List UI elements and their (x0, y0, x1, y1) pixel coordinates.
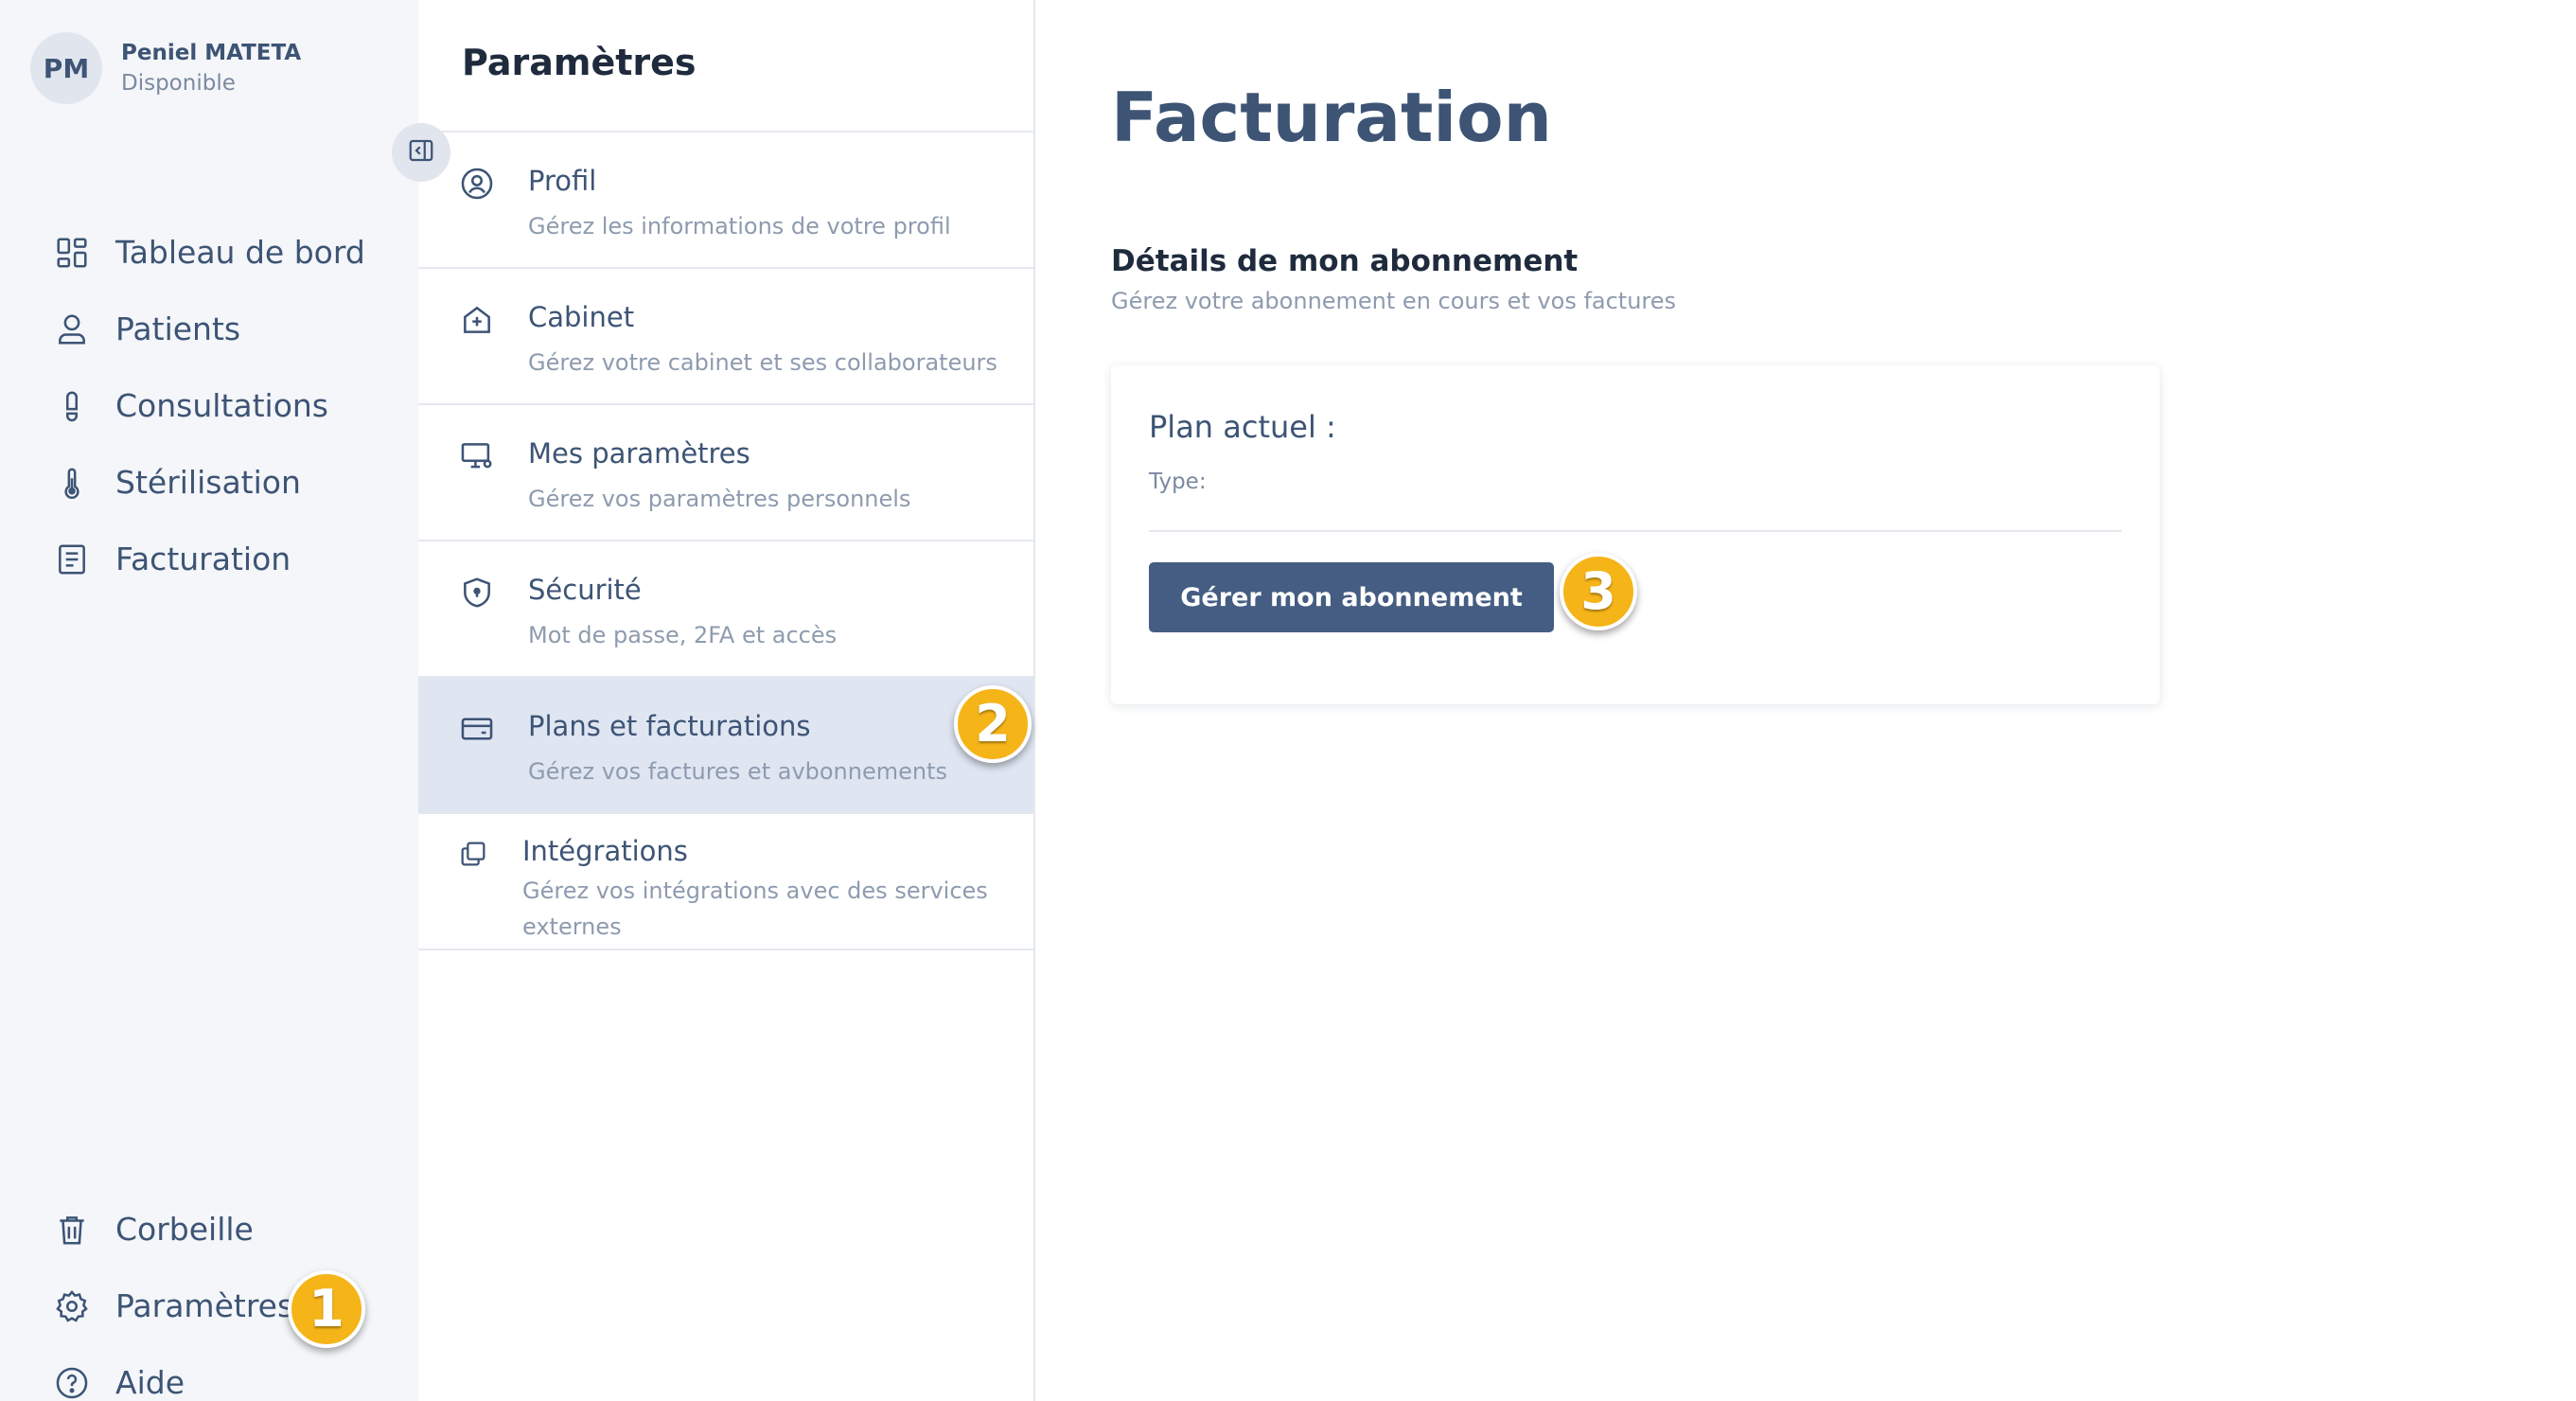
nav-label: Tableau de bord (115, 234, 365, 271)
settings-item-title: Intégrations (522, 835, 688, 867)
settings-item-title: Plans et facturations (528, 710, 811, 742)
main-nav: Tableau de bord Patients Consultations S… (53, 214, 365, 597)
invoice-icon (53, 541, 91, 578)
section-subtitle: Gérez votre abonnement en cours et vos f… (1111, 288, 1677, 314)
nav-item-parametres[interactable]: Paramètres (53, 1268, 293, 1344)
nav-item-aide[interactable]: Aide (53, 1344, 293, 1401)
manage-subscription-button[interactable]: Gérer mon abonnement (1149, 562, 1554, 632)
nav-label: Consultations (115, 387, 328, 424)
nav-label: Patients (115, 310, 241, 347)
nav-item-sterilisation[interactable]: Stérilisation (53, 444, 365, 521)
divider (1149, 530, 2122, 532)
user-circle-icon (458, 165, 496, 203)
step-number: 1 (309, 1279, 344, 1339)
trash-icon (53, 1211, 91, 1249)
settings-item-mes-parametres[interactable]: Mes paramètres Gérez vos paramètres pers… (418, 405, 1033, 541)
settings-item-desc: Gérez votre cabinet et ses collaborateur… (528, 349, 997, 376)
type-label: Type: (1149, 470, 1207, 494)
settings-item-integrations[interactable]: Intégrations Gérez vos intégrations avec… (418, 814, 1033, 950)
help-icon (53, 1364, 91, 1401)
credit-card-icon (458, 710, 496, 748)
settings-item-title: Mes paramètres (528, 437, 750, 470)
copy-icon (454, 835, 492, 873)
user-status: Disponible (121, 71, 236, 96)
nav-label: Corbeille (115, 1211, 254, 1248)
settings-list: Profil Gérez les informations de votre p… (418, 131, 1033, 950)
nav-item-facturation[interactable]: Facturation (53, 521, 365, 597)
house-plus-icon (458, 301, 496, 339)
nav-label: Paramètres (115, 1287, 294, 1324)
shield-icon (458, 574, 496, 612)
collapse-sidebar-button[interactable] (392, 123, 450, 182)
settings-item-title: Cabinet (528, 301, 635, 333)
settings-item-desc: Gérez vos factures et avbonnements (528, 758, 948, 785)
nav-item-consultations[interactable]: Consultations (53, 367, 365, 444)
sidebar-collapse-icon (407, 136, 435, 168)
nav-label: Facturation (115, 541, 291, 577)
settings-item-plans[interactable]: Plans et facturations Gérez vos factures… (418, 678, 1033, 814)
nav-label: Stérilisation (115, 464, 301, 501)
page-title: Facturation (1111, 78, 1552, 157)
user-profile[interactable]: PM Peniel MATETA Disponible (30, 32, 301, 104)
user-icon (53, 310, 91, 348)
step-badge-3: 3 (1560, 553, 1637, 630)
settings-item-profil[interactable]: Profil Gérez les informations de votre p… (418, 133, 1033, 269)
settings-title: Paramètres (462, 42, 697, 83)
monitor-gear-icon (458, 437, 496, 475)
settings-item-desc: Gérez vos intégrations avec des services… (522, 878, 988, 940)
settings-item-title: Sécurité (528, 574, 642, 606)
nav-item-dashboard[interactable]: Tableau de bord (53, 214, 365, 291)
step-number: 3 (1580, 561, 1616, 621)
user-info: Peniel MATETA Disponible (121, 38, 301, 98)
nav-item-patients[interactable]: Patients (53, 291, 365, 367)
gear-icon (53, 1287, 91, 1325)
footprint-icon (53, 387, 91, 425)
settings-item-title: Profil (528, 165, 597, 197)
plan-label: Plan actuel : (1149, 409, 1336, 445)
main-content: Facturation Détails de mon abonnement Gé… (1035, 0, 2576, 1401)
settings-item-desc: Mot de passe, 2FA et accès (528, 622, 838, 648)
settings-item-desc: Gérez les informations de votre profil (528, 213, 951, 239)
step-badge-2: 2 (954, 685, 1032, 763)
settings-panel: Paramètres Profil Gérez les informations… (418, 0, 1035, 1401)
bottom-nav: Corbeille Paramètres Aide (53, 1191, 293, 1401)
step-badge-1: 1 (288, 1270, 365, 1348)
user-name: Peniel MATETA (121, 41, 302, 65)
subscription-card: Plan actuel : Type: Gérer mon abonnement (1111, 365, 2160, 704)
settings-item-cabinet[interactable]: Cabinet Gérez votre cabinet et ses colla… (418, 269, 1033, 405)
nav-label: Aide (115, 1364, 185, 1401)
sidebar: PM Peniel MATETA Disponible Tableau de b… (0, 0, 418, 1401)
thermometer-icon (53, 464, 91, 502)
dashboard-icon (53, 234, 91, 272)
step-number: 2 (975, 694, 1011, 754)
avatar: PM (30, 32, 102, 104)
section-title: Détails de mon abonnement (1111, 244, 1579, 278)
nav-item-corbeille[interactable]: Corbeille (53, 1191, 293, 1268)
settings-item-desc: Gérez vos paramètres personnels (528, 486, 911, 512)
settings-item-securite[interactable]: Sécurité Mot de passe, 2FA et accès (418, 541, 1033, 678)
